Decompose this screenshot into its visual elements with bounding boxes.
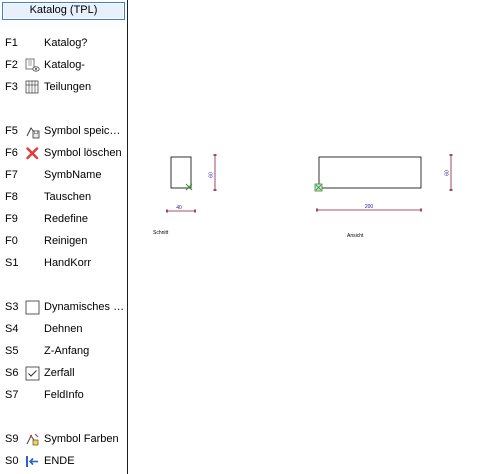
section-height-dim-text: 60 — [209, 172, 215, 178]
fkey-command-label: Dynamisches Symbol — [44, 301, 126, 313]
fkey-label: S7 — [5, 389, 19, 401]
fkey-label: F2 — [5, 59, 18, 71]
fkey-row-f2[interactable]: F2 Katalog- — [0, 55, 127, 75]
symbol-save-icon — [25, 124, 40, 139]
fkey-command-label: Symbol Farben — [44, 433, 119, 445]
fkey-command-label: Zerfall — [44, 367, 75, 379]
fkey-command-label: ENDE — [44, 455, 75, 467]
fkey-label: F0 — [5, 235, 18, 247]
checkbox-empty-icon[interactable] — [25, 300, 40, 315]
fkey-row-f0[interactable]: F0 Reinigen — [0, 231, 127, 251]
red-x-icon — [25, 146, 40, 161]
fkey-row-s7[interactable]: S7 FeldInfo — [0, 385, 127, 405]
fkey-row-s0[interactable]: S0 ENDE — [0, 451, 127, 471]
fkey-row-s3[interactable]: S3 Dynamisches Symbol — [0, 297, 127, 317]
fkey-command-label: Symbol löschen — [44, 147, 122, 159]
fkey-label: F7 — [5, 169, 18, 181]
fkey-label: F5 — [5, 125, 18, 137]
elevation-height-dim-text: 60 — [445, 170, 451, 176]
fkey-command-label: Teilungen — [44, 81, 92, 93]
fkey-label: S9 — [5, 433, 19, 445]
fkey-label: S4 — [5, 323, 19, 335]
fkey-row-s5[interactable]: S5 Z-Anfang — [0, 341, 127, 361]
elevation-insertion-marker — [314, 183, 323, 192]
fkey-command-label: Z-Anfang — [44, 345, 90, 357]
drawing-canvas[interactable]: 60 40 Schnitt 60 200 Ansicht — [129, 0, 487, 474]
exit-arrow-icon — [25, 454, 40, 469]
fkey-label: S6 — [5, 367, 19, 379]
section-rectangle[interactable] — [170, 156, 192, 189]
elevation-width-dimension[interactable]: 200 — [316, 204, 422, 212]
fkey-command-label: SymbName — [44, 169, 102, 181]
fkey-row-f7[interactable]: F7 SymbName — [0, 165, 127, 185]
elevation-height-dimension[interactable]: 60 — [445, 154, 454, 191]
fkey-command-label: FeldInfo — [44, 389, 84, 401]
fkey-row-s1[interactable]: S1 HandKorr — [0, 253, 127, 273]
elevation-caption: Ansicht — [347, 233, 364, 239]
catalog-remove-icon — [25, 58, 40, 73]
elevation-width-dim-text: 200 — [365, 204, 374, 210]
elevation-view: 60 200 Ansicht — [314, 154, 454, 239]
fkey-row-f9[interactable]: F9 Redefine — [0, 209, 127, 229]
fkey-command-label: Dehnen — [44, 323, 83, 335]
fkey-row-s9[interactable]: S9 Symbol Farben — [0, 429, 127, 449]
fkey-label: F9 — [5, 213, 18, 225]
checkbox-checked-icon[interactable] — [25, 366, 40, 381]
fkey-label: S3 — [5, 301, 19, 313]
symbol-color-icon — [25, 432, 40, 447]
fkey-row-f8[interactable]: F8 Tauschen — [0, 187, 127, 207]
section-width-dim-text: 40 — [176, 205, 182, 211]
fkey-command-label: Redefine — [44, 213, 89, 225]
section-view: 60 40 Schnitt — [153, 154, 217, 236]
fkey-row-f1[interactable]: F1 Katalog? — [0, 33, 127, 53]
section-width-dimension[interactable]: 40 — [166, 205, 196, 213]
fkey-command-label: Tauschen — [44, 191, 92, 203]
fkey-row-f3[interactable]: F3 Teilungen — [0, 77, 127, 97]
fkey-row-s6[interactable]: S6 Zerfall — [0, 363, 127, 383]
app-root: Katalog (TPL) F1 Katalog? F2 Katalog- F3 Teil… — [0, 0, 487, 474]
section-caption: Schnitt — [153, 230, 169, 236]
fkey-label: F8 — [5, 191, 18, 203]
fkey-command-label: Katalog- — [44, 59, 85, 71]
catalog-header-button[interactable]: Katalog (TPL) — [2, 2, 125, 20]
fkey-command-label: Reinigen — [44, 235, 88, 247]
fkey-label: S1 — [5, 257, 19, 269]
fkey-command-label: Symbol speichern — [44, 125, 126, 137]
fkey-label: S0 — [5, 455, 19, 467]
section-height-dimension[interactable]: 60 — [209, 154, 218, 191]
fkey-row-f6[interactable]: F6 Symbol löschen — [0, 143, 127, 163]
fkey-label: F1 — [5, 37, 18, 49]
fkey-row-s4[interactable]: S4 Dehnen — [0, 319, 127, 339]
fkey-label: F6 — [5, 147, 18, 159]
fkey-row-f5[interactable]: F5 Symbol speichern — [0, 121, 127, 141]
fkey-command-label: Katalog? — [44, 37, 88, 49]
fkey-label: S5 — [5, 345, 19, 357]
grid-icon — [25, 80, 40, 95]
fkey-command-label: HandKorr — [44, 257, 92, 269]
function-key-panel: Katalog (TPL) F1 Katalog? F2 Katalog- F3 Teil… — [0, 0, 128, 474]
elevation-rectangle[interactable] — [318, 156, 422, 189]
fkey-label: F3 — [5, 81, 18, 93]
